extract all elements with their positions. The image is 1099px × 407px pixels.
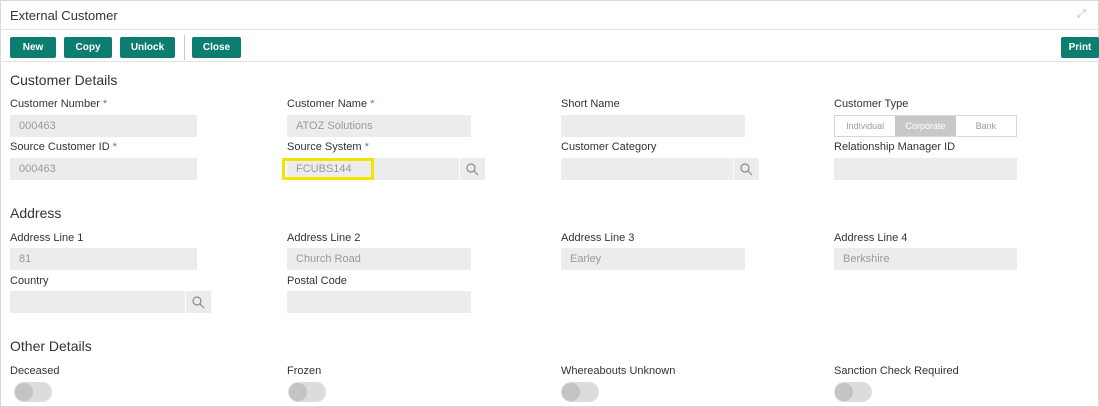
toggle-knob bbox=[15, 383, 33, 401]
relationship-manager-id-label: Relationship Manager ID bbox=[834, 141, 956, 153]
sanction-check-required-toggle[interactable] bbox=[834, 382, 872, 402]
title-bar: External Customer ⤢ bbox=[0, 0, 1099, 30]
required-marker: * bbox=[112, 141, 117, 153]
required-marker: * bbox=[364, 141, 369, 153]
whereabouts-unknown-label: Whereabouts Unknown bbox=[561, 365, 676, 377]
country-search-button[interactable] bbox=[185, 291, 211, 313]
customer-category-search-button[interactable] bbox=[733, 158, 759, 180]
customer-type-corporate[interactable]: Corporate bbox=[895, 116, 956, 136]
whereabouts-unknown-toggle[interactable] bbox=[561, 382, 599, 402]
address-line-1-label: Address Line 1 bbox=[10, 232, 84, 244]
toggle-knob bbox=[835, 383, 853, 401]
customer-type-selector: Individual Corporate Bank bbox=[834, 115, 1017, 137]
short-name-label: Short Name bbox=[561, 98, 620, 110]
address-line-2-field[interactable]: Church Road bbox=[287, 248, 471, 270]
customer-type-label: Customer Type bbox=[834, 98, 909, 110]
address-line-1-field[interactable]: 81 bbox=[10, 248, 197, 270]
toggle-knob bbox=[289, 383, 307, 401]
source-customer-id-field[interactable]: 000463 bbox=[10, 158, 197, 180]
address-line-3-label: Address Line 3 bbox=[561, 232, 635, 244]
postal-code-label: Postal Code bbox=[287, 275, 347, 287]
customer-category-label: Customer Category bbox=[561, 141, 657, 153]
source-customer-id-label: Source Customer ID * bbox=[10, 141, 117, 153]
address-line-3-field[interactable]: Earley bbox=[561, 248, 745, 270]
customer-category-field[interactable] bbox=[561, 158, 733, 180]
window-title: External Customer bbox=[10, 8, 118, 23]
frozen-label: Frozen bbox=[287, 365, 322, 377]
customer-type-bank[interactable]: Bank bbox=[956, 116, 1016, 136]
address-line-2-label: Address Line 2 bbox=[287, 232, 361, 244]
customer-type-individual[interactable]: Individual bbox=[835, 116, 895, 136]
address-line-4-label: Address Line 4 bbox=[834, 232, 908, 244]
required-marker: * bbox=[370, 98, 375, 110]
customer-name-label: Customer Name * bbox=[287, 98, 375, 110]
toolbar-separator bbox=[184, 35, 185, 60]
search-icon bbox=[192, 295, 205, 308]
expand-icon[interactable]: ⤢ bbox=[1077, 8, 1089, 20]
source-system-search-button[interactable] bbox=[459, 158, 485, 180]
source-system-highlight bbox=[282, 158, 374, 180]
unlock-button[interactable]: Unlock bbox=[120, 37, 175, 58]
country-label: Country bbox=[10, 275, 49, 287]
country-field[interactable] bbox=[10, 291, 185, 313]
required-marker: * bbox=[102, 98, 108, 110]
section-address: Address bbox=[10, 205, 62, 221]
deceased-label: Deceased bbox=[10, 365, 60, 377]
toggle-knob bbox=[562, 383, 580, 401]
relationship-manager-id-field[interactable] bbox=[834, 158, 1017, 180]
close-button[interactable]: Close bbox=[192, 37, 241, 58]
sanction-check-required-label: Sanction Check Required bbox=[834, 365, 959, 377]
customer-name-field[interactable]: ATOZ Solutions bbox=[287, 115, 471, 137]
customer-number-field[interactable]: 000463 bbox=[10, 115, 197, 137]
frozen-toggle[interactable] bbox=[288, 382, 326, 402]
source-system-label: Source System * bbox=[287, 141, 369, 153]
section-other-details: Other Details bbox=[10, 338, 92, 354]
print-button[interactable]: Print bbox=[1061, 37, 1099, 58]
toolbar: New Copy Unlock Close Print bbox=[0, 31, 1099, 62]
short-name-field[interactable] bbox=[561, 115, 745, 137]
section-customer-details: Customer Details bbox=[10, 72, 118, 88]
copy-button[interactable]: Copy bbox=[64, 37, 112, 58]
deceased-toggle[interactable] bbox=[14, 382, 52, 402]
new-button[interactable]: New bbox=[10, 37, 56, 58]
search-icon bbox=[466, 162, 479, 175]
customer-number-label: Customer Number * bbox=[10, 98, 108, 110]
address-line-4-field[interactable]: Berkshire bbox=[834, 248, 1017, 270]
postal-code-field[interactable] bbox=[287, 291, 471, 313]
search-icon bbox=[740, 162, 753, 175]
